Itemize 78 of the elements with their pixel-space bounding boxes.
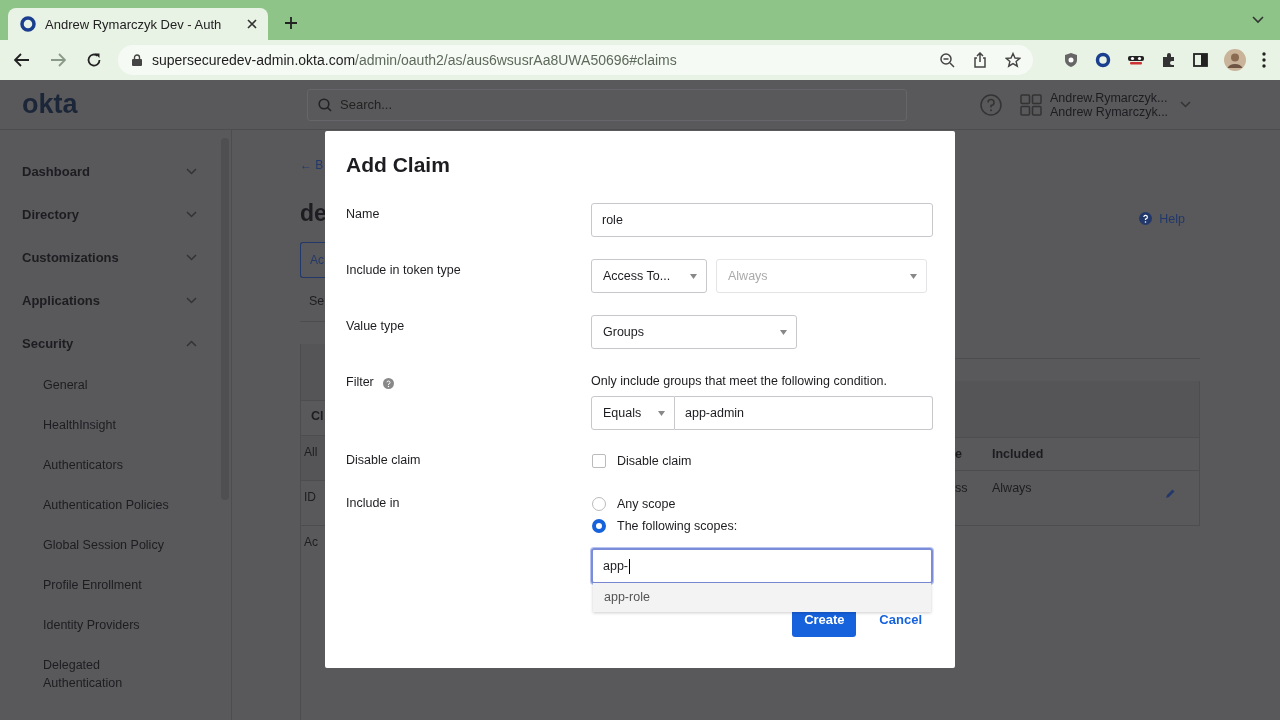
dropdown[interactable]: Access To... [591, 259, 707, 293]
puzzle-icon[interactable] [1161, 52, 1177, 68]
sidebar-subitem[interactable]: Identity Providers [22, 605, 175, 645]
option-label: Disable claim [617, 453, 692, 468]
sidebar-item[interactable]: Customizations [22, 236, 215, 279]
star-icon[interactable] [1005, 52, 1021, 68]
mask-icon[interactable] [1127, 54, 1145, 66]
checkbox[interactable] [592, 453, 606, 468]
help-link[interactable]: Help [955, 211, 1200, 226]
forward-icon[interactable] [50, 53, 66, 67]
cancel-link[interactable]: Cancel [879, 612, 922, 627]
user-name: Andrew.Rymarczyk... [1050, 90, 1169, 105]
user-menu[interactable]: Andrew.Rymarczyk... Andrew Rymarczyk... [1050, 90, 1192, 119]
column-header: Cl [310, 408, 325, 425]
field-label: Name [346, 207, 380, 221]
field-label: Include in [346, 496, 400, 510]
sidebar-item[interactable]: Dashboard [22, 150, 215, 193]
avatar-icon[interactable] [1224, 49, 1246, 71]
user-name: Andrew Rymarczyk... [1050, 104, 1169, 119]
more-icon[interactable] [1262, 52, 1266, 68]
field-label: Value type [346, 319, 405, 333]
sidebar-item[interactable]: Directory [22, 193, 215, 236]
lock-icon [132, 54, 142, 66]
chevron-down-icon [1180, 101, 1192, 108]
chevron-down-icon[interactable] [1252, 16, 1264, 24]
page-title: de [300, 200, 325, 228]
dropdown[interactable]: Equals [591, 396, 675, 430]
column-header: e [955, 447, 963, 461]
field-label: Filter [346, 375, 374, 389]
sidebar-item[interactable]: Applications [22, 279, 215, 322]
field-label: Include in token type [346, 263, 461, 277]
table-cell-text: ss [955, 481, 969, 497]
scope-field[interactable]: app- [591, 548, 933, 584]
table-cell-text: Always [992, 481, 1032, 497]
browser-tab[interactable]: Andrew Rymarczyk Dev - Auth [8, 8, 268, 40]
option-label: Any scope [617, 496, 676, 511]
url-text: supersecuredev-admin.okta.com/admin/oauth2/as/aus6wsusrAa8UWA50696#claims [152, 52, 678, 68]
option-label: The following scopes: [617, 518, 738, 533]
text-field[interactable]: app-admin [675, 396, 933, 430]
suggestion-item[interactable]: app-role [593, 583, 931, 612]
sidebar-icon[interactable] [1193, 53, 1208, 67]
close-icon[interactable] [246, 18, 258, 30]
share-icon[interactable] [973, 52, 987, 68]
sidebar-item[interactable]: Security [22, 322, 215, 365]
hint-text: Only include groups that meet the following condition. [591, 374, 888, 388]
dropdown[interactable]: Groups [591, 315, 797, 349]
help-icon [1139, 212, 1153, 225]
okta-logo[interactable]: okta [22, 89, 307, 120]
caret-icon [910, 273, 917, 279]
sidebar-subitem[interactable]: Profile Enrollment [22, 565, 175, 605]
radio-button[interactable] [592, 518, 606, 533]
dialog-title: Add Claim [346, 153, 451, 178]
reload-icon[interactable] [86, 52, 102, 68]
back-icon[interactable] [14, 53, 30, 67]
shield-icon[interactable] [1063, 52, 1079, 68]
field-label: Disable claim [346, 453, 421, 467]
sidebar-subitem[interactable]: General [22, 365, 175, 405]
sidebar-subitem[interactable]: Authentication Policies [22, 485, 175, 525]
search-icon [318, 97, 332, 112]
dropdown: Always [716, 259, 927, 293]
caret-icon [690, 273, 697, 279]
sidebar-subitem[interactable]: Global Session Policy [22, 525, 175, 565]
sidebar-subitem[interactable]: Authenticators [22, 445, 175, 485]
help-icon [382, 378, 394, 389]
zoom-out-icon[interactable] [940, 52, 955, 68]
column-header: Included [992, 447, 1044, 461]
sidebar-subitem[interactable]: Delegated Authentication [22, 645, 175, 703]
text-field[interactable]: role [591, 203, 933, 237]
caret-icon [658, 410, 665, 416]
ring-icon[interactable] [1095, 52, 1111, 68]
new-tab-icon[interactable] [284, 16, 298, 30]
search-field[interactable]: Search... [307, 88, 907, 121]
sidebar-subitem[interactable]: HealthInsight [22, 405, 175, 445]
caret-icon [780, 329, 787, 335]
address-bar[interactable]: supersecuredev-admin.okta.com/admin/oauth2/as/aus6wsusrAa8UWA50696#claims [118, 45, 1033, 75]
table-cell: All [301, 435, 325, 480]
tab-title: Andrew Rymarczyk Dev - Auth [45, 16, 223, 32]
favicon-icon [20, 16, 36, 32]
